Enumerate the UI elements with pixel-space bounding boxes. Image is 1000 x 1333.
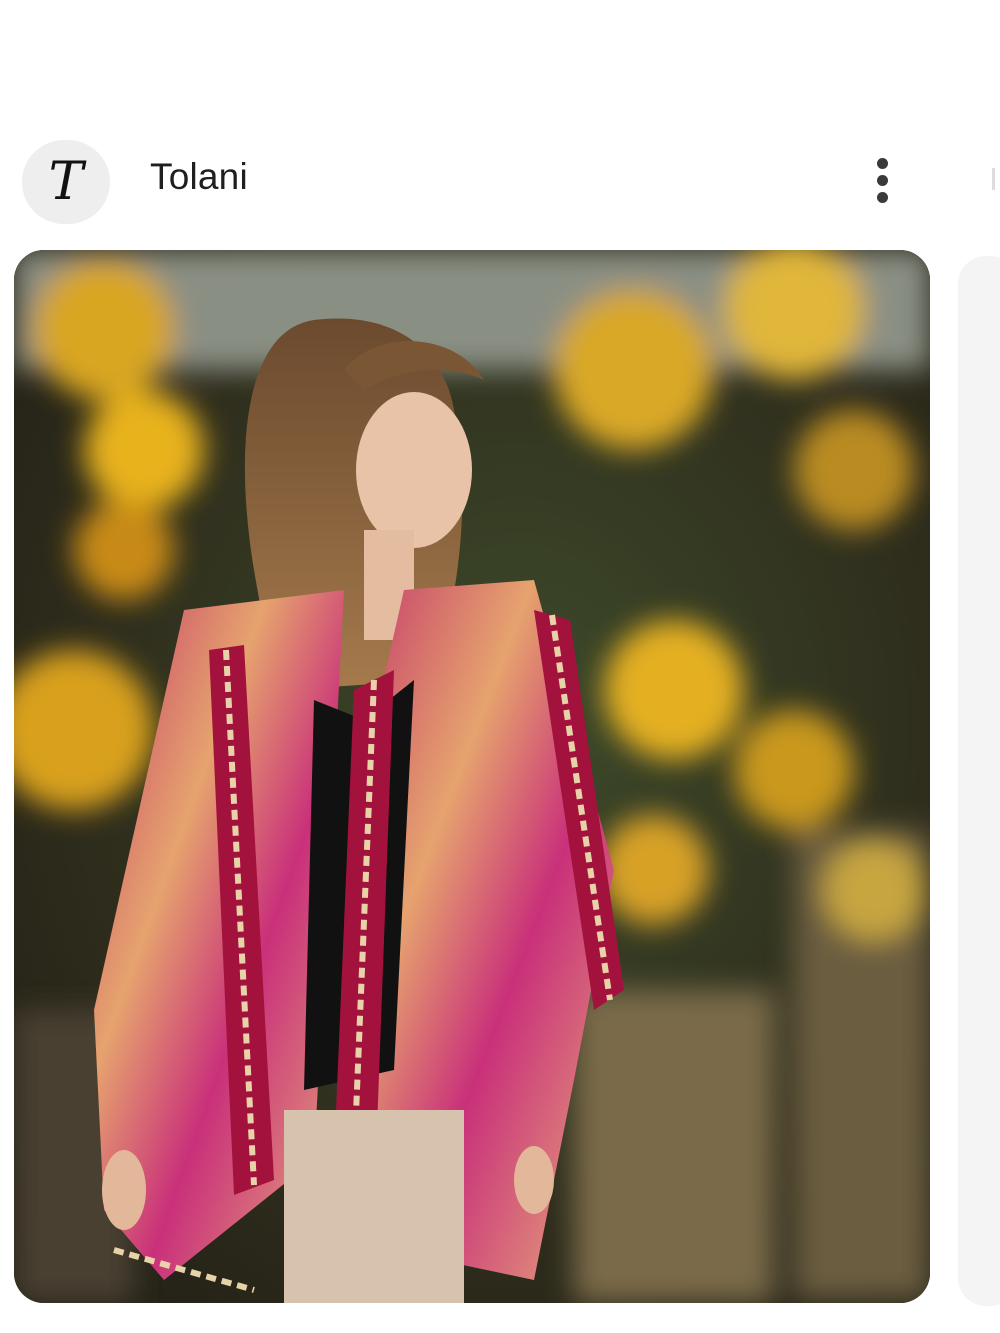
post-image[interactable] [14, 250, 930, 1303]
more-options-button[interactable] [860, 148, 904, 212]
brand-name[interactable]: Tolani [150, 156, 248, 198]
next-card-edge [992, 168, 995, 190]
kimono-photo-illustration [14, 250, 930, 1303]
avatar-letter: T [48, 152, 84, 212]
next-post-card-peek[interactable] [958, 256, 1000, 1306]
more-vertical-icon [876, 157, 888, 169]
post-header: T Tolani [0, 130, 1000, 230]
brand-avatar[interactable]: T [22, 140, 110, 224]
